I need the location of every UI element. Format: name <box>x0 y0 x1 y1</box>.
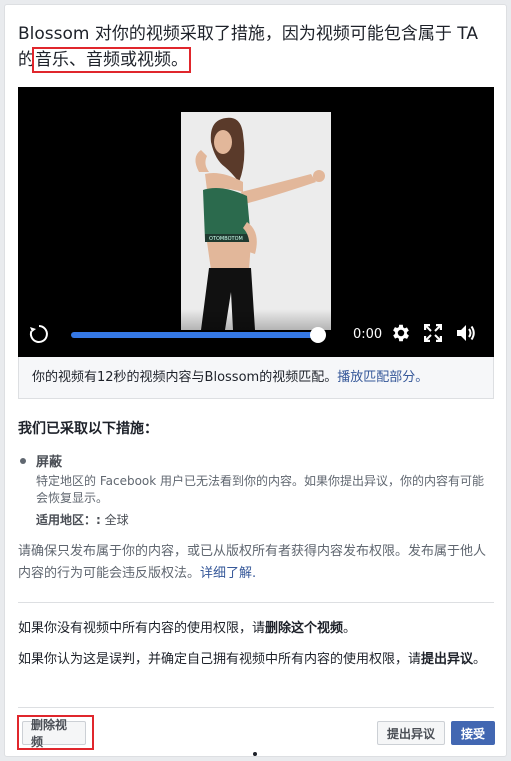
footer-divider <box>18 707 494 708</box>
svg-text:OTOMBOTOM: OTOMBOTOM <box>209 236 243 242</box>
replay-icon <box>29 325 48 343</box>
region-line: 适用地区：: 全球 <box>36 511 129 528</box>
volume-icon <box>457 325 475 341</box>
delete-guidance: 如果你没有视频中所有内容的使用权限，请删除这个视频。 <box>18 619 494 639</box>
video-player[interactable]: OTOMBOTOM 0:00 <box>18 87 494 357</box>
copyright-notice-card: Blossom 对你的视频采取了措施，因为视频可能包含属于 TA 的音乐、音频或… <box>4 4 507 757</box>
pager-dot <box>253 752 257 756</box>
dispute-guidance-suffix: 。 <box>473 652 487 667</box>
learn-more-link[interactable]: 详细了解. <box>200 566 256 581</box>
fullscreen-button[interactable] <box>423 323 443 343</box>
divider <box>18 602 494 603</box>
time-display: 0:00 <box>353 326 383 342</box>
progress-handle[interactable] <box>310 327 326 343</box>
actions-heading: 我们已采取以下措施： <box>18 421 158 437</box>
notice-title-highlight: 音乐、音频或视频。 <box>32 47 191 73</box>
action-title: 屏蔽 <box>36 455 63 470</box>
video-controls: 0:00 <box>18 309 494 357</box>
match-info-text: 你的视频有12秒的视频内容与Blossom的视频匹配。 <box>32 370 338 385</box>
accept-button[interactable]: 接受 <box>451 721 495 745</box>
dispute-guidance-bold: 提出异议 <box>421 652 474 667</box>
region-value: 全球 <box>104 513 129 527</box>
progress-track[interactable] <box>71 332 318 338</box>
dancer-image: OTOMBOTOM <box>181 112 331 330</box>
replay-button[interactable] <box>28 323 50 345</box>
play-matched-link[interactable]: 播放匹配部分。 <box>337 370 428 385</box>
delete-guidance-suffix: 。 <box>343 621 357 636</box>
copyright-note: 请确保只发布属于你的内容，或已从版权所有者获得内容发布权限。发布属于他人内容的行… <box>18 541 494 585</box>
delete-video-button[interactable]: 删除视频 <box>22 718 86 749</box>
bullet-dot <box>20 458 26 464</box>
delete-guidance-text: 如果你没有视频中所有内容的使用权限，请 <box>18 621 266 636</box>
region-label: 适用地区：: <box>36 513 101 527</box>
settings-button[interactable] <box>390 322 412 344</box>
video-frame: OTOMBOTOM <box>181 112 331 330</box>
match-info-bar: 你的视频有12秒的视频内容与Blossom的视频匹配。播放匹配部分。 <box>18 357 494 399</box>
settings-icon <box>393 324 409 342</box>
fullscreen-icon <box>424 324 442 342</box>
dispute-button[interactable]: 提出异议 <box>377 721 445 745</box>
dispute-guidance: 如果你认为这是误判，并确定自己拥有视频中所有内容的使用权限，请提出异议。 <box>18 649 494 671</box>
volume-button[interactable] <box>455 322 477 344</box>
action-description: 特定地区的 Facebook 用户已无法看到你的内容。如果你提出异议，你的内容有… <box>36 474 485 505</box>
delete-guidance-bold: 删除这个视频 <box>265 621 344 636</box>
dispute-guidance-text: 如果你认为这是误判，并确定自己拥有视频中所有内容的使用权限，请 <box>18 652 422 667</box>
notice-title: Blossom 对你的视频采取了措施，因为视频可能包含属于 TA 的音乐、音频或… <box>18 21 494 73</box>
